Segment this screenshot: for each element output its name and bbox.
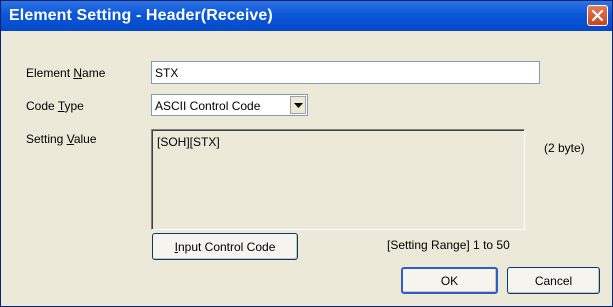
setting-value-box[interactable]: [SOH][STX] xyxy=(151,129,525,230)
code-type-label: Code Type xyxy=(26,99,84,113)
setting-value-text: [SOH][STX] xyxy=(157,135,220,149)
element-setting-dialog: Element Setting - Header(Receive) Elemen… xyxy=(0,0,613,307)
title-bar[interactable]: Element Setting - Header(Receive) xyxy=(1,1,612,31)
code-type-select[interactable]: ASCII Control Code xyxy=(151,94,308,116)
close-icon xyxy=(591,9,604,22)
input-control-code-button[interactable]: Input Control Code xyxy=(152,233,298,260)
element-name-input[interactable]: STX xyxy=(151,61,540,84)
cancel-button[interactable]: Cancel xyxy=(507,267,600,294)
code-type-dropdown-button[interactable] xyxy=(290,96,306,114)
chevron-down-icon xyxy=(294,103,303,108)
close-button[interactable] xyxy=(587,5,608,26)
element-name-value: STX xyxy=(155,66,179,80)
ok-button[interactable]: OK xyxy=(401,267,498,294)
code-type-selected: ASCII Control Code xyxy=(155,99,261,113)
element-name-label: Element Name xyxy=(26,66,106,80)
setting-value-label: Setting Value xyxy=(26,132,97,146)
byte-count: (2 byte) xyxy=(544,141,585,155)
setting-range-text: [Setting Range] 1 to 50 xyxy=(387,238,510,252)
dialog-title: Element Setting - Header(Receive) xyxy=(9,7,273,24)
